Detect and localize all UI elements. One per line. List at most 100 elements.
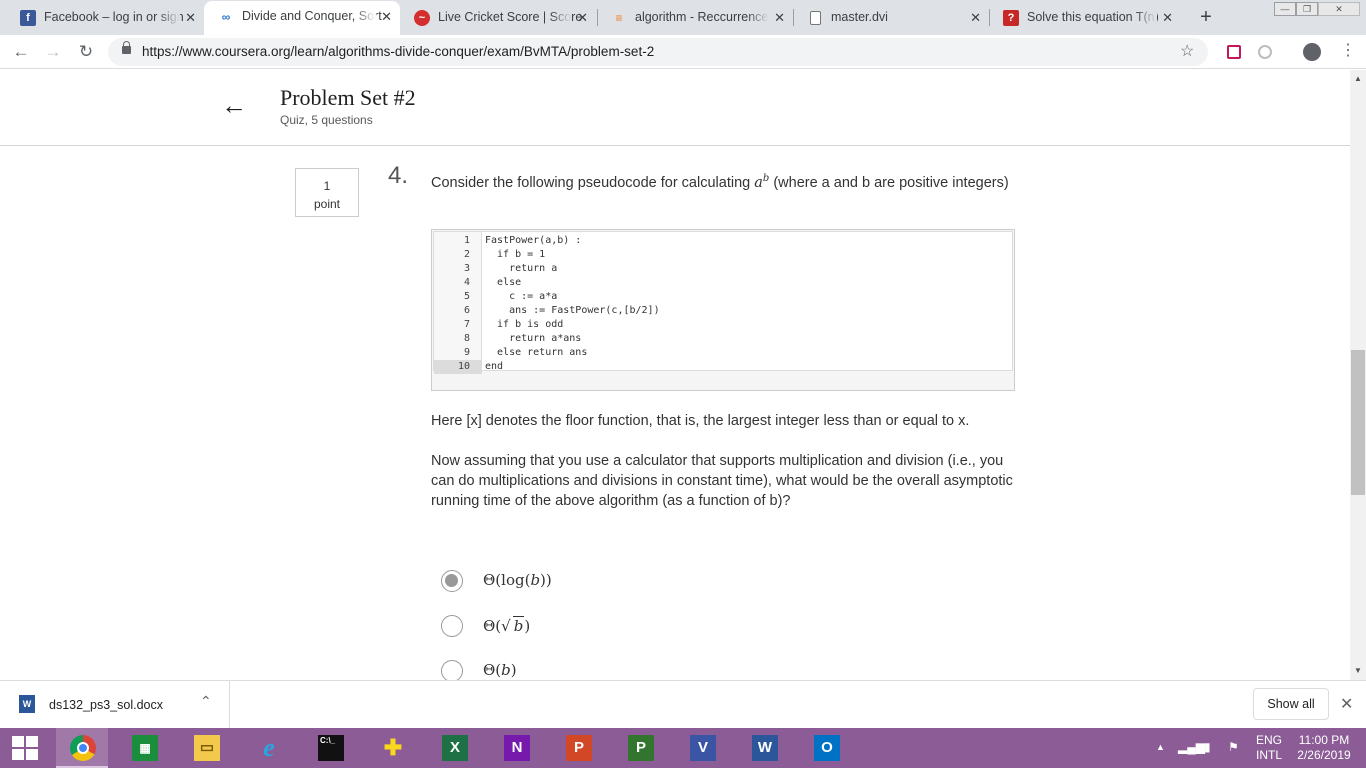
bookmark-star-icon[interactable]: ☆ — [1180, 41, 1194, 61]
page-scrollbar[interactable]: ▲ ▼ — [1350, 70, 1366, 680]
clock[interactable]: 11:00 PM 2/26/2019 — [1292, 733, 1356, 763]
page-title: Problem Set #2 — [280, 85, 416, 110]
question-prompt: Now assuming that you use a calculator t… — [431, 453, 1013, 509]
project-icon: P — [628, 735, 654, 761]
close-icon[interactable]: ✕ — [970, 2, 981, 33]
radio-button[interactable] — [441, 615, 463, 637]
taskbar-onenote[interactable]: N — [490, 728, 542, 768]
radio-button[interactable] — [441, 570, 463, 592]
question-text: Consider the following pseudocode for ca… — [431, 173, 1009, 191]
address-bar[interactable]: https://www.coursera.org/learn/algorithm… — [108, 38, 1208, 66]
forward-icon[interactable]: → — [42, 41, 64, 63]
line-number: 2 — [463, 249, 470, 260]
new-tab-button[interactable]: + — [1195, 7, 1217, 29]
taskbar-excel[interactable]: X — [428, 728, 480, 768]
network-icon[interactable]: ▂▄▆ — [1178, 740, 1205, 755]
reload-icon[interactable]: ↻ — [75, 41, 97, 63]
line-number: 1 — [463, 235, 470, 246]
tab-solve-equation[interactable]: ? Solve this equation T(n) ✕ — [989, 2, 1181, 35]
close-icon[interactable]: ✕ — [577, 2, 588, 33]
taskbar-cmd[interactable]: C:\_ — [304, 728, 356, 768]
chrome-icon — [70, 735, 96, 761]
pocket-extension-icon[interactable] — [1227, 45, 1241, 59]
taskbar-store[interactable]: ▦ — [118, 728, 170, 768]
option-label: Θ(b) — [483, 661, 517, 679]
game-icon: ✚ — [383, 735, 403, 760]
line-number-gutter: 1 2 3 4 5 6 7 8 9 10 — [434, 232, 482, 374]
taskbar-word[interactable]: W — [738, 728, 790, 768]
taskbar-project[interactable]: P — [614, 728, 666, 768]
scroll-up-icon[interactable]: ▲ — [1354, 74, 1362, 83]
tray-chevron-icon[interactable]: ▲ — [1156, 740, 1165, 755]
minimize-button[interactable]: — — [1274, 2, 1296, 16]
start-button[interactable] — [0, 728, 52, 768]
tab-coursera[interactable]: ∞ Divide and Conquer, Sort ✕ — [204, 1, 400, 35]
line-number: 9 — [463, 347, 470, 358]
flag-icon[interactable]: ⚑ — [1228, 740, 1239, 755]
word-doc-icon: W — [19, 695, 35, 713]
floor-explanation: Here [x] denotes the floor function, tha… — [431, 413, 970, 429]
taskbar-chrome[interactable] — [56, 728, 108, 768]
restore-button[interactable]: ❐ — [1296, 2, 1318, 16]
download-filename[interactable]: ds132_ps3_sol.docx — [49, 698, 163, 712]
profile-icon[interactable] — [1303, 43, 1321, 61]
menu-icon[interactable]: ⋮ — [1340, 41, 1356, 61]
extension-icon[interactable] — [1258, 45, 1272, 59]
close-icon[interactable]: ✕ — [1340, 694, 1353, 714]
taskbar-outlook[interactable]: O — [800, 728, 852, 768]
close-icon[interactable]: ✕ — [1162, 2, 1173, 33]
code-area[interactable]: 1 2 3 4 5 6 7 8 9 10 FastPower(a,b) : if b = 1 re… — [433, 231, 1013, 374]
line-number: 3 — [463, 263, 470, 274]
tab-stackoverflow[interactable]: ≡ algorithm - Reccurrence ✕ — [597, 2, 793, 35]
code-line: FastPower(a,b) : — [485, 235, 582, 246]
close-icon[interactable]: ✕ — [381, 1, 392, 32]
visio-icon: V — [690, 735, 716, 761]
download-item[interactable]: W ds132_ps3_sol.docx ⌃ — [0, 681, 230, 729]
code-line: return a*ans — [485, 333, 582, 344]
file-explorer-icon: ▭ — [194, 735, 220, 761]
taskbar-visio[interactable]: V — [676, 728, 728, 768]
code-line: if b = 1 — [485, 249, 546, 260]
coursera-icon: ∞ — [221, 9, 231, 24]
battery-icon[interactable]: ▮ — [1204, 740, 1211, 755]
code-line: else — [485, 277, 522, 288]
powerpoint-icon: P — [566, 735, 592, 761]
code-line: if b is odd — [485, 319, 564, 330]
tab-cricket[interactable]: ~ Live Cricket Score | Score ✕ — [400, 2, 596, 35]
outlook-icon: O — [814, 735, 840, 761]
tab-facebook[interactable]: f Facebook – log in or sign ✕ — [6, 2, 204, 35]
close-icon[interactable]: ✕ — [774, 2, 785, 33]
line-number: 5 — [463, 291, 470, 302]
taskbar-file-explorer[interactable]: ▭ — [180, 728, 232, 768]
back-arrow-icon[interactable]: ← — [221, 90, 247, 121]
taskbar-powerpoint[interactable]: P — [552, 728, 604, 768]
url-text[interactable]: https://www.coursera.org/learn/algorithm… — [142, 38, 654, 66]
cricket-icon: ~ — [414, 10, 430, 26]
tab-master-dvi[interactable]: master.dvi ✕ — [793, 2, 989, 35]
scroll-down-icon[interactable]: ▼ — [1354, 666, 1362, 675]
points-value: 1 — [323, 179, 331, 193]
option-label: Θ(√ b) — [483, 616, 531, 635]
scroll-thumb[interactable] — [1351, 350, 1365, 495]
code-line: else return ans — [485, 347, 588, 358]
word-icon: W — [752, 735, 778, 761]
taskbar-game[interactable]: ✚ — [366, 728, 418, 768]
back-icon[interactable]: ← — [10, 41, 32, 63]
show-all-button[interactable]: Show all — [1253, 688, 1329, 720]
language-indicator[interactable]: ENG INTL — [1252, 733, 1286, 763]
lock-icon — [122, 41, 131, 54]
windows-logo-icon — [12, 736, 38, 760]
close-icon[interactable]: ✕ — [185, 2, 196, 33]
radio-button[interactable] — [441, 660, 463, 680]
points-label: point — [313, 197, 341, 211]
internet-explorer-icon: e — [263, 733, 275, 762]
taskbar-internet-explorer[interactable]: e — [242, 728, 294, 768]
facebook-icon: f — [20, 10, 36, 26]
chevron-up-icon[interactable]: ⌃ — [200, 693, 212, 710]
line-number: 10 — [434, 360, 482, 374]
question-number: 4. — [388, 162, 409, 189]
close-window-button[interactable]: ✕ — [1318, 2, 1360, 16]
quiz-subtitle: Quiz, 5 questions — [280, 113, 373, 127]
line-number: 6 — [463, 305, 470, 316]
code-editor: 1 2 3 4 5 6 7 8 9 10 FastPower(a,b) : if b = 1 re… — [431, 229, 1015, 391]
